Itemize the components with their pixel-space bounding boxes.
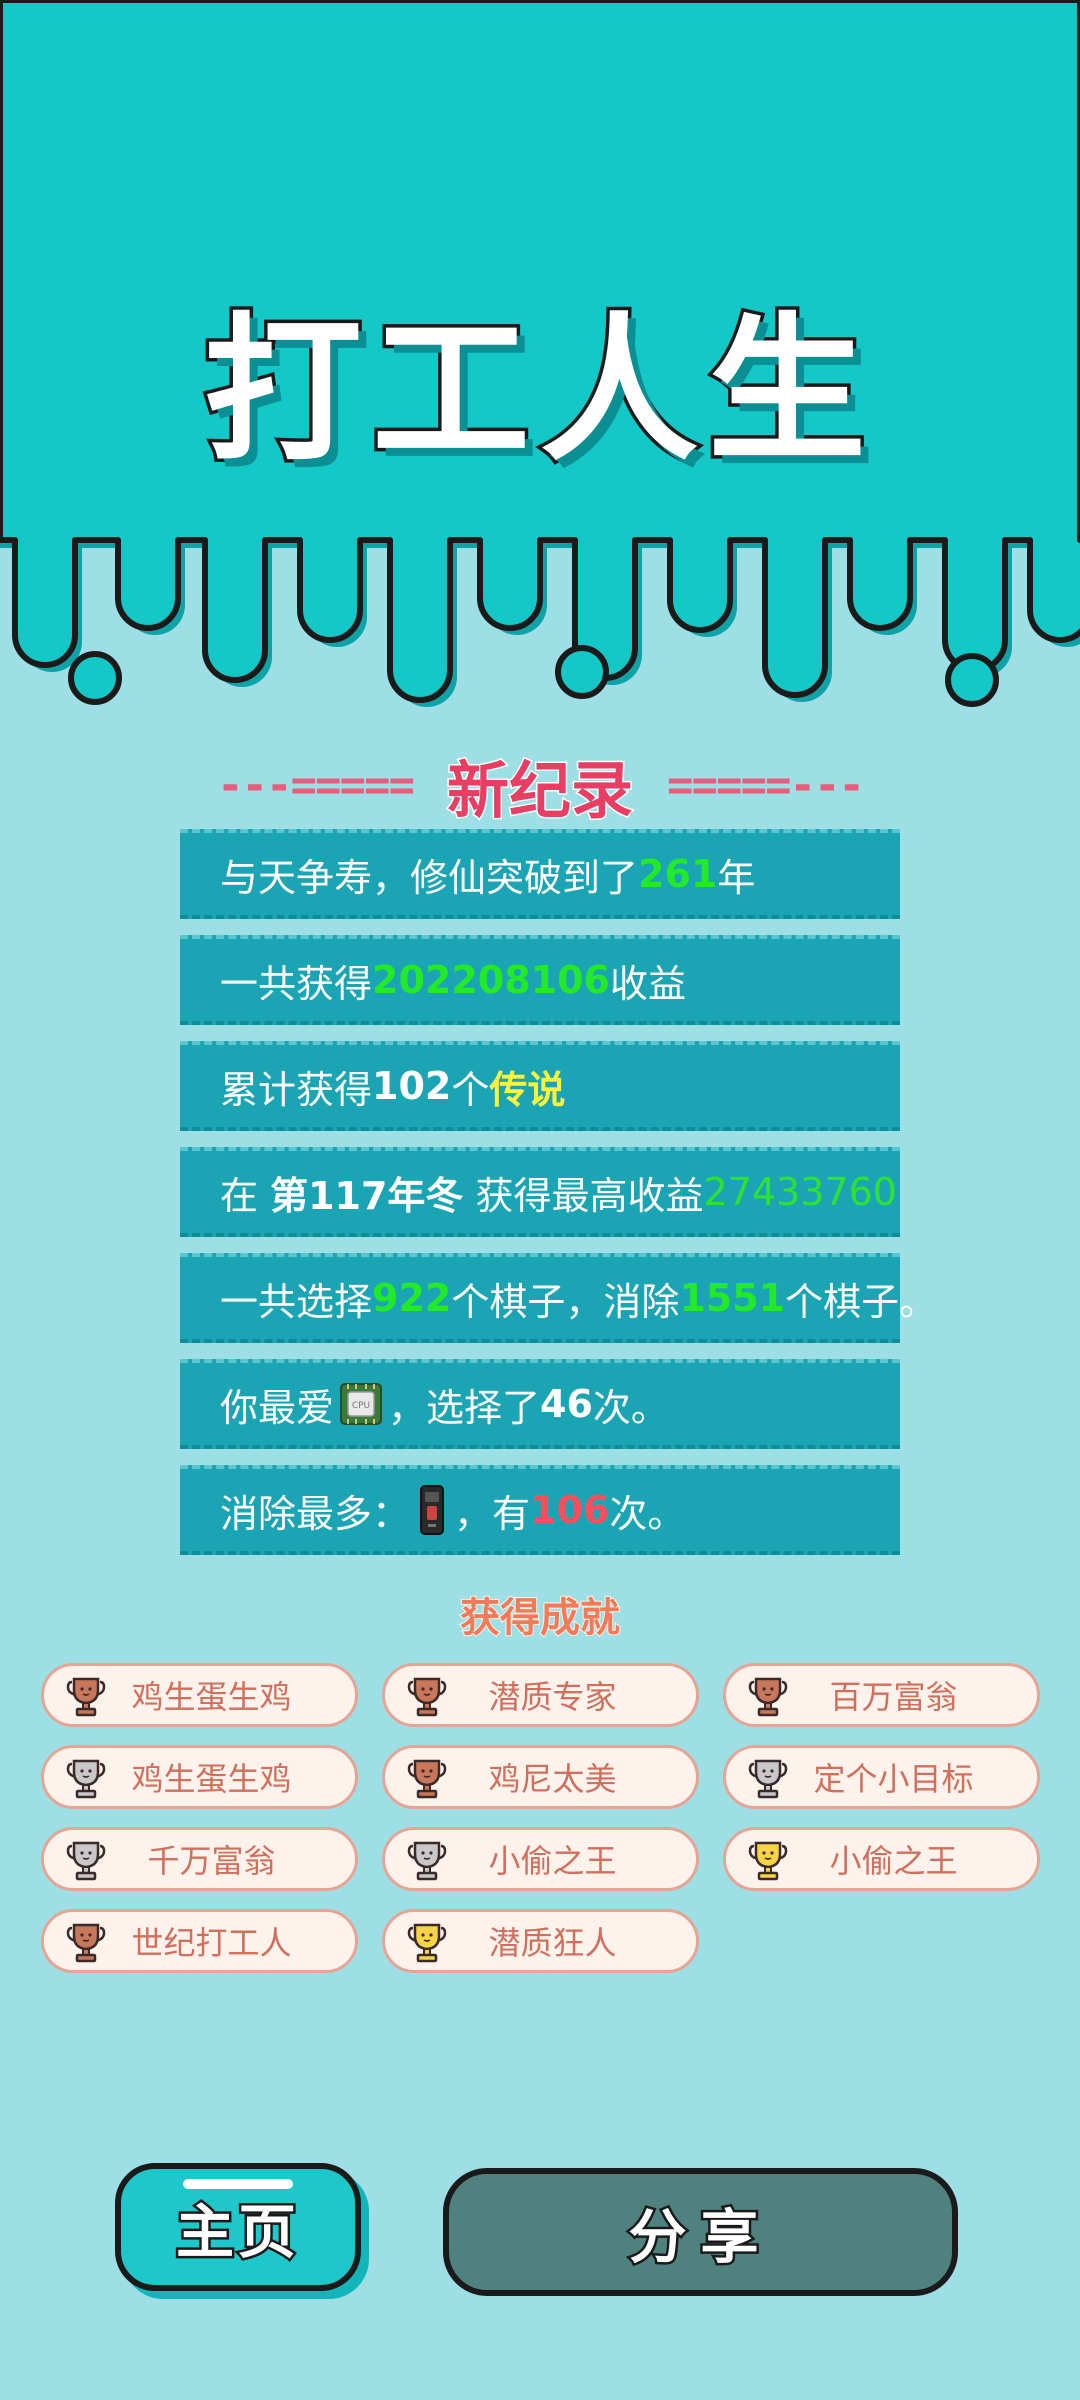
stat-text: 一共获得 bbox=[220, 961, 373, 1006]
achievement-badge: 鸡生蛋生鸡 bbox=[41, 1745, 358, 1809]
achievement-badge: 定个小目标 bbox=[723, 1745, 1040, 1809]
stat-best-season: 在 第117年冬 获得最高收益 27433760 bbox=[180, 1147, 900, 1237]
stat-text: 累计获得 bbox=[220, 1067, 373, 1112]
home-button-label: 主页 bbox=[173, 2196, 300, 2269]
trophy-icon bbox=[407, 1841, 447, 1881]
stat-text: 次。 bbox=[609, 1491, 686, 1536]
stat-value: 102 bbox=[372, 1064, 452, 1108]
stat-value-cleared: 1551 bbox=[679, 1276, 786, 1320]
record-left-decoration: ---===== bbox=[217, 759, 415, 811]
stat-text: 个 bbox=[451, 1067, 490, 1112]
achievement-badge: 百万富翁 bbox=[723, 1663, 1040, 1727]
drip-droplet bbox=[68, 651, 122, 705]
stat-value-selected: 922 bbox=[372, 1276, 452, 1320]
stat-value: 106 bbox=[530, 1488, 610, 1532]
smartphone-icon bbox=[420, 1485, 445, 1535]
stat-value: 261 bbox=[638, 852, 718, 896]
drip-droplet bbox=[945, 653, 999, 707]
trophy-icon bbox=[66, 1923, 106, 1963]
stat-pieces: 一共选择 922 个棋子，消除 1551 个棋子。 bbox=[180, 1253, 937, 1343]
stat-lifespan: 与天争寿，修仙突破到了 261 年 bbox=[180, 829, 900, 919]
achievement-badge: 小偷之王 bbox=[723, 1827, 1040, 1891]
stat-legends: 累计获得 102 个传说 bbox=[180, 1041, 900, 1131]
share-button-label: 分享 bbox=[626, 2201, 773, 2274]
trophy-icon bbox=[748, 1759, 788, 1799]
trophy-icon bbox=[66, 1759, 106, 1799]
legend-label: 传说 bbox=[489, 1067, 566, 1112]
trophy-icon bbox=[748, 1677, 788, 1717]
cpu-chip-label: CPU bbox=[352, 1401, 370, 1411]
stat-text: 年 bbox=[717, 855, 756, 900]
app-title: 打工人生 bbox=[201, 296, 876, 487]
trophy-icon bbox=[407, 1677, 447, 1717]
stat-text: 与天争寿，修仙突破到了 bbox=[220, 855, 639, 900]
trophy-icon bbox=[66, 1841, 106, 1881]
stat-favorite: 你最爱 CPU ，选择了 46 次。 bbox=[180, 1359, 900, 1449]
new-record-header: ---===== 新纪录 =====--- bbox=[0, 740, 1080, 830]
achievements-title: 获得成就 bbox=[459, 1594, 621, 1642]
record-right-decoration: =====--- bbox=[667, 759, 865, 811]
stat-text: 消除最多： bbox=[220, 1491, 411, 1536]
stat-text: 次。 bbox=[592, 1385, 669, 1430]
trophy-icon bbox=[407, 1759, 447, 1799]
stat-value: 202208106 bbox=[372, 958, 610, 1002]
stat-value: 46 bbox=[540, 1382, 593, 1426]
achievement-badge: 千万富翁 bbox=[41, 1827, 358, 1891]
stat-value: 27433760 bbox=[703, 1170, 897, 1214]
cpu-chip-icon: CPU bbox=[340, 1383, 383, 1425]
achievement-badge: 潜质专家 bbox=[382, 1663, 699, 1727]
season-label: 第117年冬 bbox=[270, 1173, 464, 1218]
stat-text: 获得最高收益 bbox=[463, 1173, 704, 1218]
trophy-icon bbox=[748, 1841, 788, 1881]
stats-list: 与天争寿，修仙突破到了 261 年 一共获得 202208106 收益 累计获得 102 个… bbox=[180, 829, 937, 1571]
stat-text: 你最爱 bbox=[220, 1385, 335, 1430]
achievement-badge: 世纪打工人 bbox=[41, 1909, 358, 1973]
button-gloss bbox=[183, 2179, 293, 2189]
stat-text: ，选择了 bbox=[388, 1385, 541, 1430]
trophy-icon bbox=[407, 1923, 447, 1963]
trophy-icon bbox=[66, 1677, 106, 1717]
achievement-badge: 鸡尼太美 bbox=[382, 1745, 699, 1809]
stat-text: 一共选择 bbox=[220, 1279, 373, 1324]
stat-most-cleared: 消除最多： ，有 106 次。 bbox=[180, 1465, 900, 1555]
stat-text: 收益 bbox=[609, 961, 686, 1006]
drip-droplet bbox=[555, 645, 609, 699]
achievements-grid: 鸡生蛋生鸡 潜质专家 百万富翁 鸡生蛋生鸡 鸡尼太美 定个小目标 千万富翁 小偷之王 小偷之王世… bbox=[41, 1663, 1040, 1973]
achievement-badge: 鸡生蛋生鸡 bbox=[41, 1663, 358, 1727]
record-title: 新纪录 bbox=[445, 753, 634, 829]
stat-text: 个棋子，消除 bbox=[451, 1279, 680, 1324]
stat-text: 个棋子。 bbox=[785, 1279, 938, 1324]
stat-text: ，有 bbox=[454, 1491, 531, 1536]
stat-total-income: 一共获得 202208106 收益 bbox=[180, 935, 900, 1025]
stat-text: 在 bbox=[220, 1173, 271, 1218]
home-button[interactable]: 主页 bbox=[115, 2163, 361, 2291]
achievement-badge: 潜质狂人 bbox=[382, 1909, 699, 1973]
share-button[interactable]: 分享 bbox=[443, 2168, 958, 2296]
achievement-badge: 小偷之王 bbox=[382, 1827, 699, 1891]
